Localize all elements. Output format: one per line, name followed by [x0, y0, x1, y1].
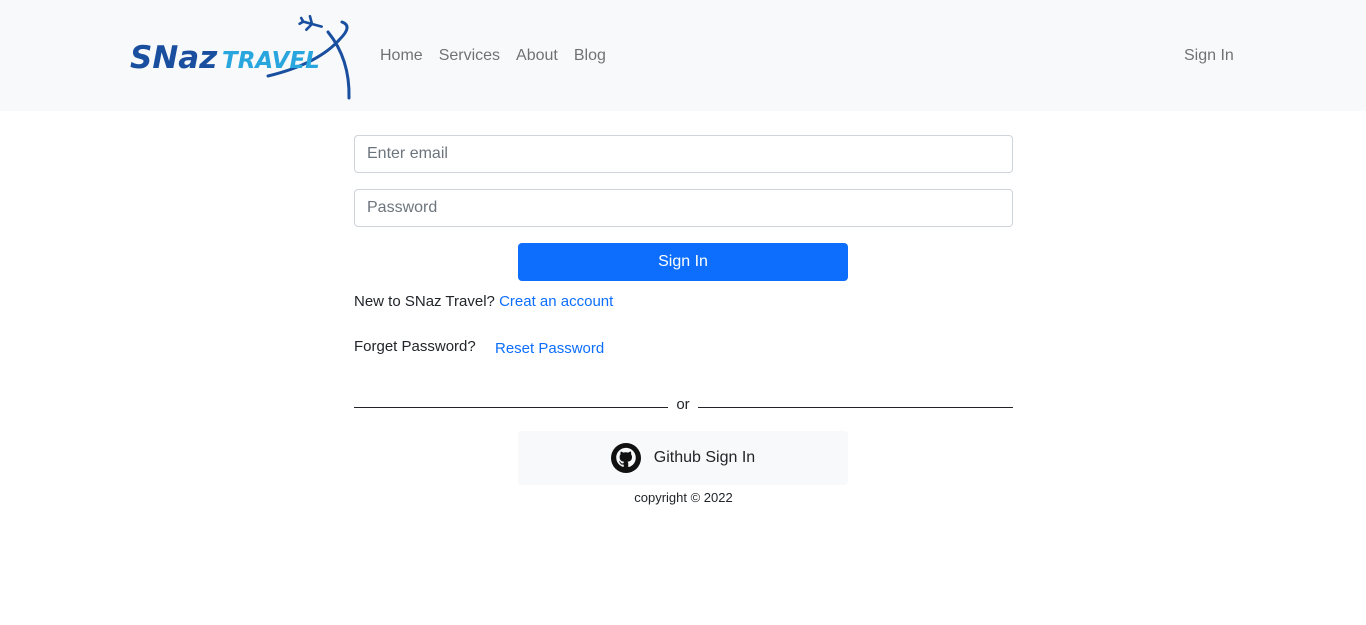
new-user-text: New to SNaz Travel?: [354, 293, 495, 310]
signin-button[interactable]: Sign In: [518, 243, 848, 281]
logo-text-primary: SNaz: [130, 40, 218, 76]
github-signin-label: Github Sign In: [653, 449, 756, 466]
password-field[interactable]: [354, 189, 1013, 227]
nav-blog[interactable]: Blog: [574, 45, 606, 67]
logo-image: SNaz TRAVEL: [130, 14, 351, 100]
nav-services[interactable]: Services: [439, 45, 500, 67]
nav-signin-link[interactable]: Sign In: [1184, 45, 1234, 67]
navbar: SNaz TRAVEL Home Services About Blog Sig…: [0, 0, 1366, 111]
brand-logo[interactable]: SNaz TRAVEL: [128, 14, 354, 100]
nav-home[interactable]: Home: [380, 45, 423, 67]
email-field[interactable]: [354, 135, 1013, 173]
github-signin-button[interactable]: Github Sign In: [518, 431, 848, 485]
divider-text: or: [676, 396, 690, 413]
github-icon: [610, 443, 641, 473]
or-divider: or: [354, 395, 1013, 415]
forget-password-text: Forget Password?: [354, 338, 476, 355]
divider-line-left: [354, 407, 668, 408]
nav-about[interactable]: About: [516, 45, 558, 67]
reset-password-link[interactable]: Reset Password: [495, 338, 604, 360]
new-user-row: New to SNaz Travel? Creat an account: [354, 291, 613, 313]
copyright-text: copyright © 2022: [634, 490, 733, 505]
logo-text-secondary: TRAVEL: [222, 48, 320, 74]
main-nav: Home Services About Blog: [380, 45, 606, 67]
create-account-link[interactable]: Creat an account: [499, 293, 613, 310]
airplane-icon: [298, 14, 323, 32]
divider-line-right: [698, 407, 1013, 408]
